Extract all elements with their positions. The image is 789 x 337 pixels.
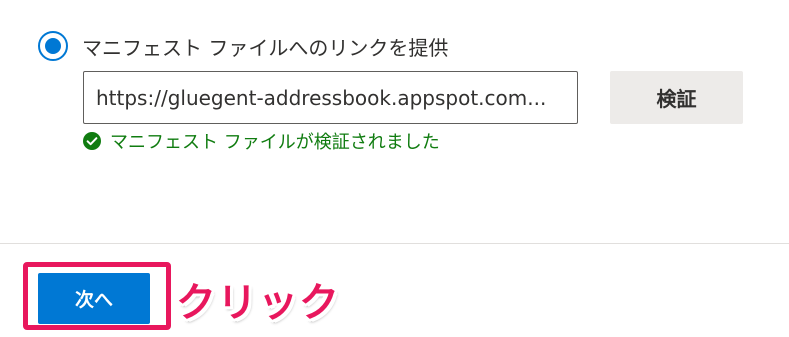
click-annotation-callout: クリック (176, 280, 340, 326)
next-button[interactable]: 次へ (38, 273, 150, 324)
radio-selected-dot (45, 38, 61, 54)
validation-status: マニフェスト ファイルが検証されました (83, 128, 440, 154)
manifest-link-option-label: マニフェスト ファイルへのリンクを提供 (82, 35, 449, 60)
check-circle-icon (83, 132, 101, 150)
verify-button[interactable]: 検証 (610, 71, 743, 124)
validation-message: マニフェスト ファイルが検証されました (110, 132, 440, 153)
manifest-link-option[interactable]: マニフェスト ファイルへのリンクを提供 (38, 28, 448, 64)
footer-divider (0, 243, 789, 244)
manifest-url-input[interactable] (83, 71, 578, 124)
manifest-link-radio[interactable] (38, 31, 68, 61)
